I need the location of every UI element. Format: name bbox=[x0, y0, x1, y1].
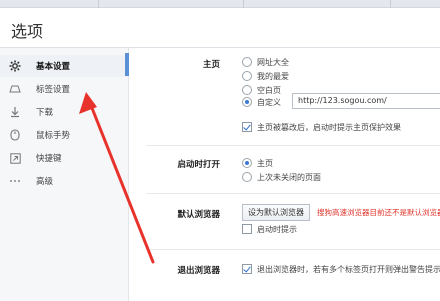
startup-radio-last-session[interactable] bbox=[242, 172, 252, 182]
sidebar: 基本设置 标签设置 下载 鼠标手势 快捷键 高级 bbox=[0, 48, 129, 301]
sidebar-item-label: 基本设置 bbox=[36, 62, 71, 72]
more-icon bbox=[8, 174, 22, 188]
radio-label: 网址大全 bbox=[257, 58, 289, 67]
homepage-url-input[interactable]: http://123.sogou.com/ bbox=[292, 93, 440, 109]
exit-browser-section-label: 退出浏览器 bbox=[177, 266, 220, 276]
radio-label: 我的最爱 bbox=[257, 72, 289, 81]
homepage-radio-nav[interactable] bbox=[242, 57, 252, 67]
default-browser-section-label: 默认浏览器 bbox=[177, 210, 220, 220]
shortcut-icon bbox=[8, 151, 22, 165]
radio-label: 空白页 bbox=[257, 86, 281, 95]
homepage-protect-checkbox[interactable] bbox=[242, 122, 252, 132]
page-title: 选项 bbox=[11, 22, 44, 41]
sidebar-item-label: 高级 bbox=[36, 177, 54, 187]
strip-divider bbox=[390, 0, 391, 8]
section-divider bbox=[146, 145, 440, 146]
sidebar-item-label: 下载 bbox=[36, 108, 54, 118]
sidebar-item-shortcuts[interactable]: 快捷键 bbox=[0, 147, 129, 169]
startup-prompt-checkbox[interactable] bbox=[242, 224, 252, 234]
sidebar-item-advanced[interactable]: 高级 bbox=[0, 170, 129, 192]
strip-divider bbox=[98, 0, 99, 8]
startup-radio-homepage[interactable] bbox=[242, 158, 252, 168]
sidebar-item-label: 标签设置 bbox=[36, 85, 71, 95]
checkbox-label: 退出浏览器时，若有多个标签页打开则弹出警告提示 bbox=[257, 265, 440, 274]
exit-warning-checkbox[interactable] bbox=[242, 264, 252, 274]
download-icon bbox=[8, 105, 22, 119]
sidebar-item-basic[interactable]: 基本设置 bbox=[0, 55, 129, 77]
sidebar-item-label: 鼠标手势 bbox=[36, 131, 71, 141]
section-divider bbox=[146, 249, 440, 250]
not-default-warning: 搜狗高速浏览器目前还不是默认浏览器 bbox=[317, 208, 440, 217]
radio-label: 主页 bbox=[257, 159, 273, 168]
strip-divider bbox=[243, 0, 244, 8]
mouse-icon bbox=[8, 128, 22, 142]
sidebar-item-tabs[interactable]: 标签设置 bbox=[0, 78, 129, 100]
homepage-radio-blank[interactable] bbox=[242, 85, 252, 95]
active-indicator bbox=[125, 53, 129, 76]
tab-icon bbox=[8, 82, 22, 96]
top-window-strip bbox=[0, 0, 440, 8]
section-divider bbox=[146, 193, 440, 194]
checkbox-label: 主页被篡改后，启动时提示主页保护效果 bbox=[257, 123, 401, 132]
set-default-browser-button[interactable]: 设为默认浏览器 bbox=[242, 204, 310, 221]
homepage-radio-favorites[interactable] bbox=[242, 71, 252, 81]
gear-icon bbox=[8, 59, 22, 73]
startup-section-label: 启动时打开 bbox=[177, 160, 220, 170]
checkbox-label: 启动时提示 bbox=[257, 225, 297, 234]
radio-label: 自定义 bbox=[257, 98, 281, 107]
sidebar-item-mouse-gestures[interactable]: 鼠标手势 bbox=[0, 124, 129, 146]
radio-label: 上次未关闭的页面 bbox=[257, 173, 321, 182]
homepage-radio-custom[interactable] bbox=[242, 97, 252, 107]
sidebar-item-label: 快捷键 bbox=[36, 154, 62, 164]
homepage-section-label: 主页 bbox=[202, 60, 220, 70]
sidebar-item-download[interactable]: 下载 bbox=[0, 101, 129, 123]
